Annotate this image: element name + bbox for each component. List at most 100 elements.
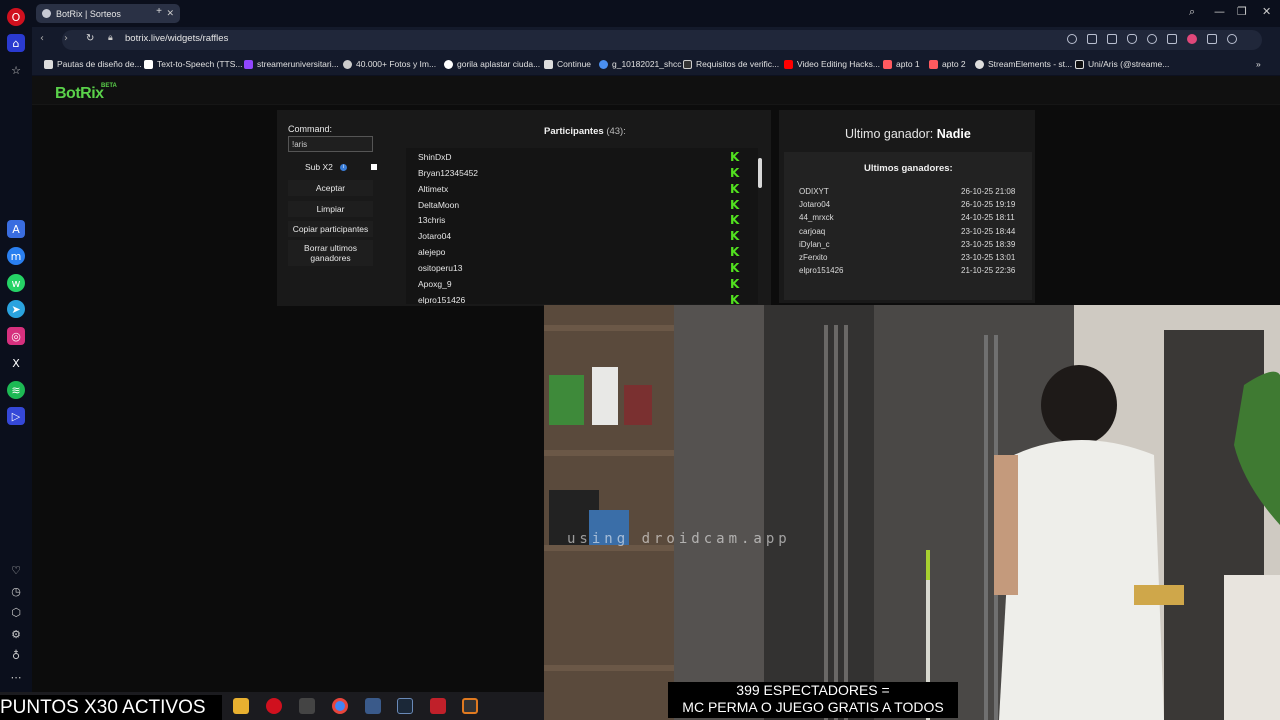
history-icon[interactable]: ◷: [7, 582, 25, 600]
messenger-icon[interactable]: m: [7, 247, 25, 265]
heart-fav-icon[interactable]: [1187, 34, 1197, 44]
tab-title: BotRix | Sorteos: [56, 8, 121, 19]
app-header: [32, 76, 1280, 105]
winner-row-date: 23-10-25 18:39: [961, 240, 1016, 249]
whatsapp-icon[interactable]: w: [7, 274, 25, 292]
scrollbar-thumb[interactable]: [758, 158, 762, 188]
winner-row-date: 21-10-25 22:36: [961, 266, 1016, 275]
twitch-icon: [244, 59, 253, 69]
home-icon[interactable]: ⌂: [7, 34, 25, 52]
winner-row-name: iDylan_c: [799, 240, 830, 249]
winner-row-date: 26-10-25 19:19: [961, 200, 1016, 209]
bookmark-item[interactable]: Pautas de diseño de...: [44, 59, 142, 69]
tiktok-icon: [1075, 59, 1084, 69]
bookmark-item[interactable]: apto 2: [929, 59, 966, 69]
bookmark-item[interactable]: Text-to-Speech (TTS...: [144, 59, 243, 69]
bookmark-item[interactable]: Uni/Aris (@streame...: [1075, 59, 1169, 69]
info-icon[interactable]: i: [340, 164, 347, 171]
game-launcher-icon[interactable]: [430, 698, 446, 714]
kick-platform-icon: K: [730, 229, 740, 243]
settings-icon[interactable]: ⚙: [7, 625, 25, 643]
participants-list[interactable]: ShinDxD K Bryan12345452 K Altimetx K Del…: [406, 148, 758, 304]
participants-heading: Participantes (43):: [544, 126, 626, 137]
chrome-icon[interactable]: [332, 698, 348, 714]
telegram-icon[interactable]: ➤: [7, 300, 25, 318]
kick-platform-icon: K: [730, 213, 740, 227]
shield-icon[interactable]: [1127, 34, 1137, 44]
youtube-icon: [784, 59, 793, 69]
points-ticker: PUNTOS X30 ACTIVOS: [0, 695, 222, 720]
opera-icon[interactable]: [266, 698, 282, 714]
close-window-icon[interactable]: ✕: [1262, 5, 1271, 18]
bookmark-item[interactable]: 40.000+ Fotos y Im...: [343, 59, 436, 69]
browser-sidebar: O ⌂ ☆ A m w ➤ ◎ X ≋ ▷ ♡ ◷ ⬡ ⚙ ♁ ⋯: [0, 0, 32, 692]
lock-icon: 🔒︎: [108, 33, 113, 43]
x-icon: [683, 59, 692, 69]
kick-platform-icon: K: [730, 182, 740, 196]
url-text[interactable]: botrix.live/widgets/raffles: [125, 33, 228, 44]
edit-icon[interactable]: [1087, 34, 1097, 44]
bookmark-item[interactable]: StreamElements - st...: [975, 59, 1072, 69]
search-tabs-icon[interactable]: ⌕: [1189, 5, 1195, 19]
opera-logo-icon[interactable]: O: [7, 8, 25, 26]
download-icon[interactable]: [1207, 34, 1217, 44]
x-twitter-icon[interactable]: X: [7, 354, 25, 372]
kick-platform-icon: K: [730, 277, 740, 291]
bookmark-item[interactable]: apto 1: [883, 59, 920, 69]
instagram-icon[interactable]: ◎: [7, 327, 25, 345]
bookmarks-overflow-icon[interactable]: »: [1256, 59, 1261, 69]
webcam-feed: [544, 305, 1280, 720]
new-tab-button[interactable]: +: [153, 6, 165, 18]
copy-participants-button[interactable]: Copiar participantes: [288, 221, 373, 237]
last-winner-heading: Ultimo ganador: Nadie: [845, 127, 971, 141]
bookmark-item[interactable]: gorila aplastar ciuda...: [444, 59, 540, 69]
address-bar[interactable]: [62, 30, 1262, 50]
doc-icon: [44, 59, 53, 69]
steam-icon[interactable]: [397, 698, 413, 714]
search-icon[interactable]: [1067, 34, 1077, 44]
app-icon[interactable]: [299, 698, 315, 714]
heart-icon[interactable]: ♡: [7, 561, 25, 579]
player-icon[interactable]: ▷: [7, 407, 25, 425]
account-icon[interactable]: [1227, 34, 1237, 44]
kick-platform-icon: K: [730, 166, 740, 180]
bookmark-item[interactable]: Requisitos de verific...: [683, 59, 779, 69]
camera-icon[interactable]: [1107, 34, 1117, 44]
clear-button[interactable]: Limpiar: [288, 201, 373, 217]
list-item: Altimetx: [418, 184, 449, 194]
bookmark-item[interactable]: Continue: [544, 59, 591, 69]
bookmark-item[interactable]: streameruniversitari...: [244, 59, 339, 69]
minimize-icon[interactable]: —: [1214, 5, 1225, 18]
aria-icon[interactable]: A: [7, 220, 25, 238]
winner-row-name: elpro151426: [799, 266, 844, 275]
cube-icon[interactable]: ⬡: [7, 603, 25, 621]
list-item: ShinDxD: [418, 152, 452, 162]
winner-row-name: 44_mrxck: [799, 213, 834, 222]
lightbulb-icon[interactable]: ♁: [7, 646, 25, 664]
last-winners-box: [784, 152, 1032, 300]
reload-icon[interactable]: ↻: [86, 33, 94, 44]
obs-icon[interactable]: [462, 698, 478, 714]
star-icon[interactable]: ☆: [7, 61, 25, 79]
more-icon[interactable]: ⋯: [7, 668, 25, 686]
spotify-icon[interactable]: ≋: [7, 381, 25, 399]
bookmark-item[interactable]: Video Editing Hacks...: [784, 59, 880, 69]
botrix-logo[interactable]: BotRix: [55, 85, 104, 103]
file-explorer-icon[interactable]: [233, 698, 249, 714]
sub-x2-checkbox[interactable]: [371, 164, 377, 170]
delete-winners-button[interactable]: Borrar ultimos ganadores: [288, 240, 373, 266]
winner-row-date: 23-10-25 18:44: [961, 227, 1016, 236]
winner-row-date: 26-10-25 21:08: [961, 187, 1016, 196]
forward-icon[interactable]: ›: [64, 33, 68, 44]
maximize-icon[interactable]: ❐: [1237, 5, 1247, 18]
bookmark-item[interactable]: g_10182021_shcc: [599, 59, 681, 69]
back-icon[interactable]: ‹: [40, 33, 44, 44]
overlay-line-1: 399 ESPECTADORES =: [736, 682, 890, 698]
accept-button[interactable]: Aceptar: [288, 180, 373, 196]
extension-icon[interactable]: [1147, 34, 1157, 44]
sub-x2-label: Sub X2: [305, 162, 333, 172]
play-icon[interactable]: [1167, 34, 1177, 44]
close-tab-icon[interactable]: ✕: [166, 8, 174, 19]
window-app-icon[interactable]: [365, 698, 381, 714]
command-input[interactable]: [288, 136, 373, 152]
